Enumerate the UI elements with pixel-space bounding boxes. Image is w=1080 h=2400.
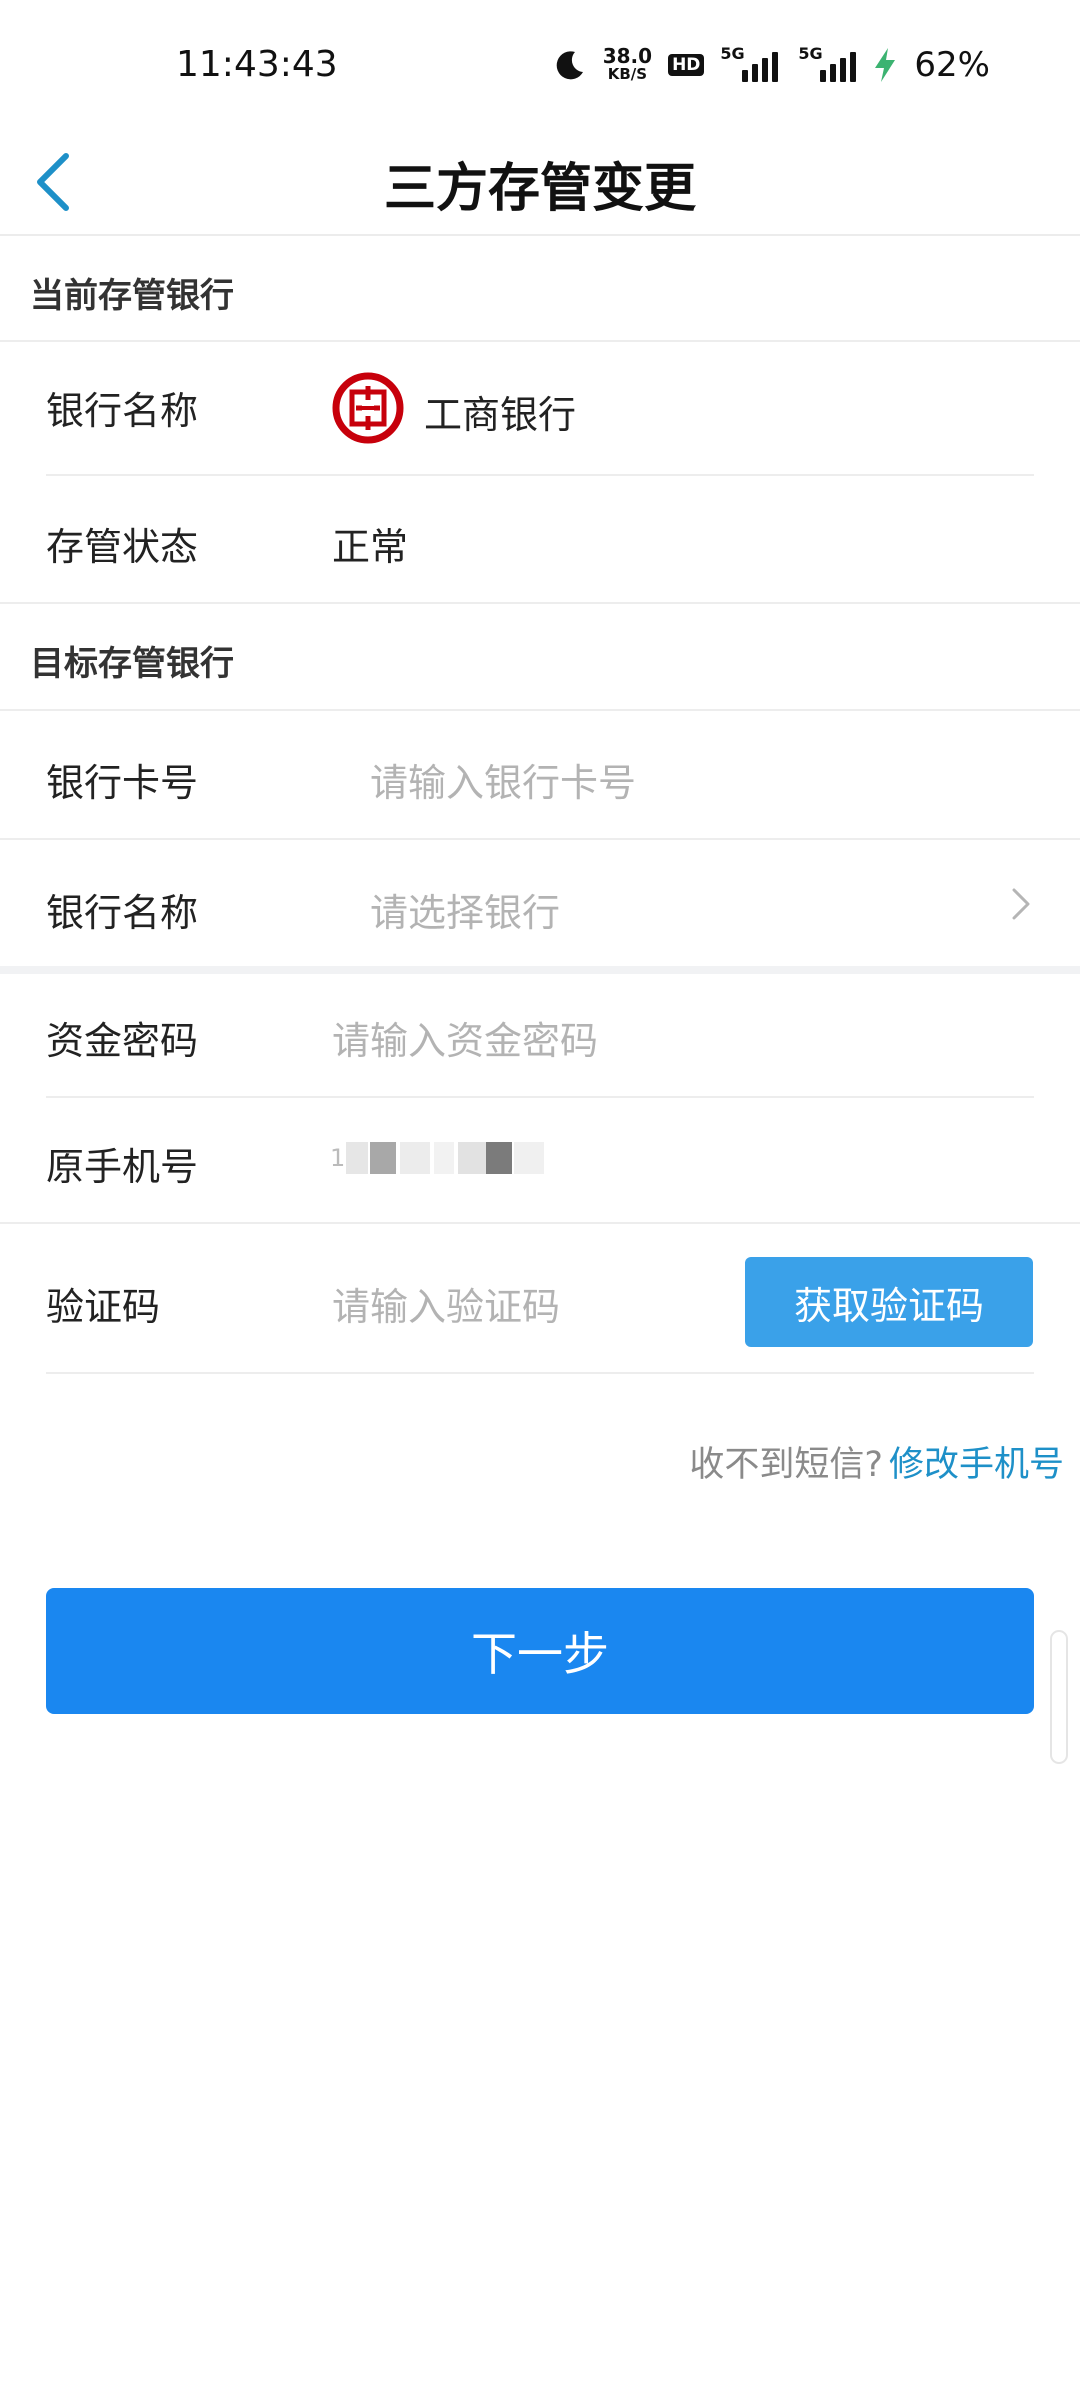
battery-level: 62% (914, 45, 990, 85)
fund-password-label: 资金密码 (46, 1019, 199, 1063)
fund-password-input[interactable]: 请输入资金密码 (332, 1010, 598, 1065)
divider (0, 709, 1080, 711)
signal-icon: 5G (798, 44, 857, 82)
verification-code-label: 验证码 (46, 1285, 161, 1329)
card-number-label: 银行卡号 (46, 761, 199, 805)
phone-label: 原手机号 (46, 1145, 199, 1189)
bank-select[interactable]: 请选择银行 (370, 882, 560, 937)
change-phone-link[interactable]: 修改手机号 (889, 1445, 1064, 1485)
divider (0, 602, 1080, 604)
phone-value-masked: 1 (330, 1142, 570, 1174)
divider (46, 1096, 1034, 1098)
sms-hint: 收不到短信? 修改手机号 (689, 1436, 1064, 1487)
signal-icon: 5G (720, 44, 782, 82)
status-icons: 38.0 KB/S HD 5G 5G 62% (553, 40, 990, 90)
section-title-current: 当前存管银行 (30, 276, 234, 316)
bank-name-value: 工商银行 (424, 393, 577, 437)
custody-status-value: 正常 (332, 525, 409, 569)
get-code-button[interactable]: 获取验证码 (745, 1257, 1033, 1347)
status-time: 11:43:43 (176, 44, 338, 85)
verification-code-input[interactable]: 请输入验证码 (332, 1276, 560, 1331)
card-number-input[interactable]: 请输入银行卡号 (370, 752, 636, 807)
section-gap (0, 966, 1080, 974)
net-speed: 38.0 KB/S (602, 44, 653, 83)
custody-status-label: 存管状态 (46, 525, 199, 569)
bank-name-label: 银行名称 (46, 389, 199, 433)
divider (46, 1372, 1034, 1374)
sms-hint-question: 收不到短信? (689, 1445, 883, 1485)
status-bar: 11:43:43 38.0 KB/S HD 5G 5G 62% (0, 0, 1080, 130)
charging-icon (875, 48, 896, 82)
target-bank-label: 银行名称 (46, 891, 199, 935)
icbc-logo-icon (332, 372, 404, 444)
divider (0, 340, 1080, 342)
hd-icon: HD (668, 54, 705, 76)
scroll-indicator[interactable] (1050, 1630, 1068, 1764)
app-header: 三方存管变更 (0, 130, 1080, 236)
divider (46, 474, 1034, 476)
moon-icon (556, 51, 583, 80)
next-step-button[interactable]: 下一步 (46, 1588, 1034, 1714)
divider (0, 838, 1080, 840)
chevron-right-icon[interactable] (1006, 884, 1036, 924)
divider (0, 1222, 1080, 1224)
page-title: 三方存管变更 (383, 159, 696, 219)
section-title-target: 目标存管银行 (30, 644, 234, 684)
